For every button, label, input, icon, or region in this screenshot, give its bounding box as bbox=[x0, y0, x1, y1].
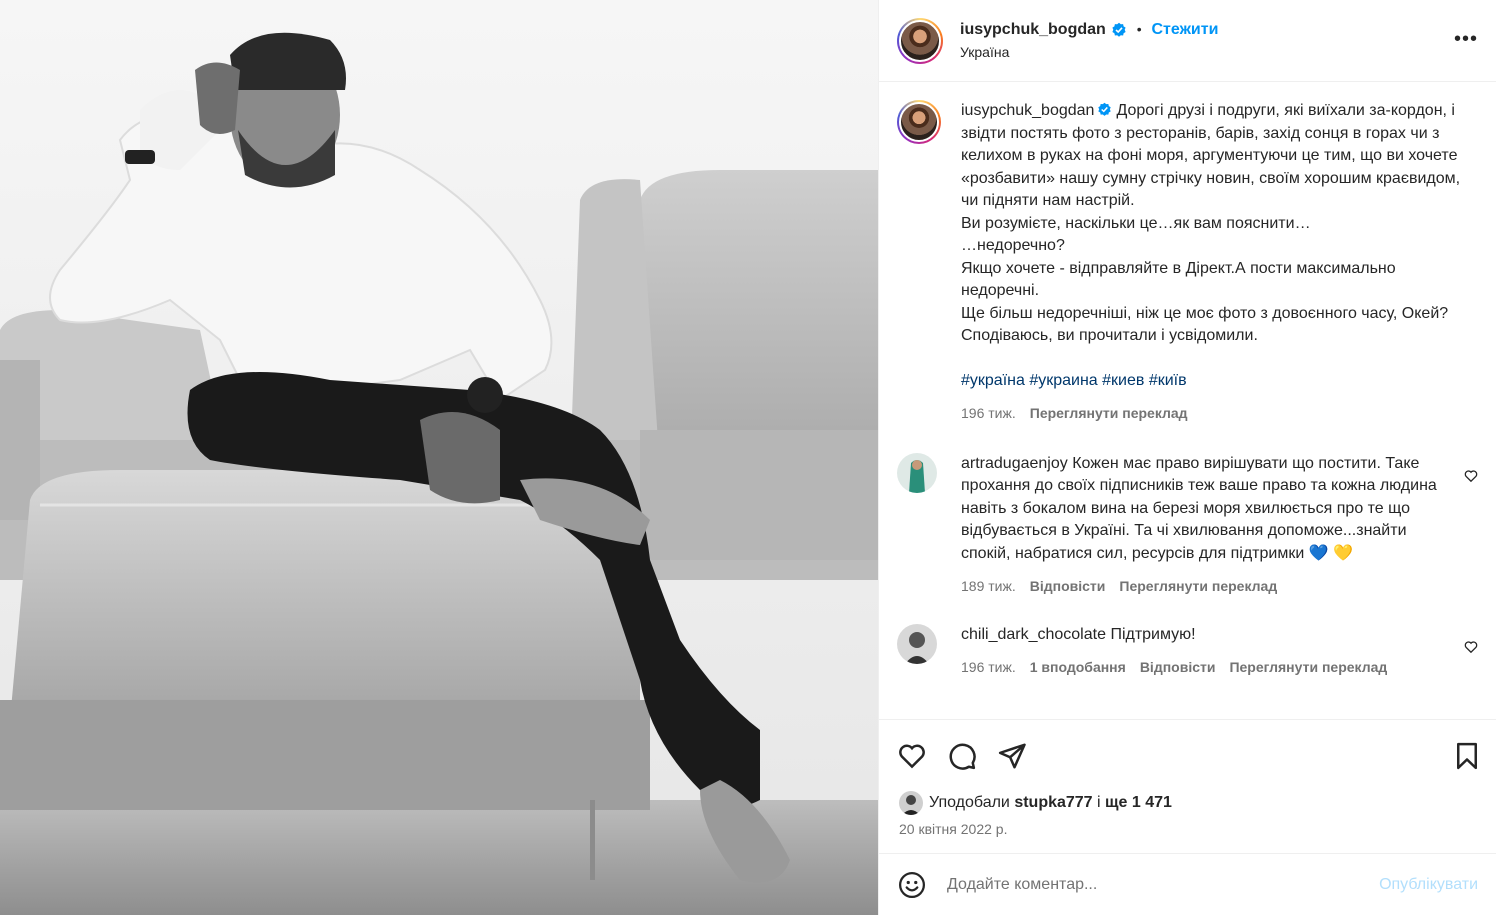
more-options-button[interactable]: ••• bbox=[1454, 28, 1478, 51]
comment: chili_dark_chocolate Підтримую! 196 тиж.… bbox=[897, 623, 1478, 679]
post-date[interactable]: 20 квітня 2022 р. bbox=[899, 821, 1476, 837]
post-side-panel: iusypchuk_bogdan • Стежити Україна ••• i… bbox=[878, 0, 1496, 915]
caption-meta: 196 тиж. Переглянути переклад bbox=[961, 402, 1461, 425]
post-dialog: iusypchuk_bogdan • Стежити Україна ••• i… bbox=[0, 0, 1496, 915]
comment-input[interactable]: Додайте коментар... bbox=[947, 876, 1379, 894]
verified-badge-icon bbox=[1098, 102, 1112, 116]
like-heart-icon[interactable] bbox=[897, 741, 927, 771]
follow-button[interactable]: Стежити bbox=[1151, 21, 1218, 38]
commenter-avatar[interactable] bbox=[897, 452, 937, 493]
likes-section: Уподобали stupka777 і ще 1 471 20 квітня… bbox=[879, 791, 1496, 853]
comments-list[interactable]: iusypchuk_bogdan Дорогі друзі і подруги, … bbox=[879, 82, 1496, 719]
caption-username[interactable]: iusypchuk_bogdan bbox=[961, 102, 1116, 119]
liker-username[interactable]: stupka777 bbox=[1014, 794, 1092, 812]
author-meta: iusypchuk_bogdan • Стежити Україна bbox=[960, 21, 1218, 60]
caption: iusypchuk_bogdan Дорогі друзі і подруги, … bbox=[897, 100, 1478, 425]
caption-translate-button[interactable]: Переглянути переклад bbox=[1030, 402, 1188, 425]
verified-badge-icon bbox=[1112, 22, 1126, 37]
comment-time[interactable]: 196 тиж. bbox=[961, 656, 1016, 679]
photo-illustration bbox=[0, 0, 878, 915]
post-actions bbox=[879, 719, 1496, 791]
reply-button[interactable]: Відповісти bbox=[1030, 575, 1106, 598]
share-paper-plane-icon[interactable] bbox=[997, 741, 1027, 771]
caption-text: Дорогі друзі і подруги, які виїхали за-к… bbox=[961, 102, 1461, 344]
commenter-username[interactable]: artradugaenjoy bbox=[961, 455, 1068, 472]
caption-hashtags[interactable]: #україна #украина #киев #київ bbox=[961, 370, 1461, 393]
emoji-icon[interactable] bbox=[897, 870, 927, 900]
comment-translate-button[interactable]: Переглянути переклад bbox=[1229, 656, 1387, 679]
liker-avatar bbox=[899, 791, 923, 815]
comment-bubble-icon[interactable] bbox=[947, 741, 977, 771]
commenter-avatar[interactable] bbox=[897, 623, 937, 664]
post-header: iusypchuk_bogdan • Стежити Україна ••• bbox=[879, 0, 1496, 82]
author-username[interactable]: iusypchuk_bogdan bbox=[960, 21, 1127, 39]
comment: artradugaenjoy Кожен має право вирішуват… bbox=[897, 452, 1478, 598]
add-comment-bar: Додайте коментар... Опублікувати bbox=[879, 853, 1496, 915]
commenter-username[interactable]: chili_dark_chocolate bbox=[961, 626, 1106, 643]
publish-button[interactable]: Опублікувати bbox=[1379, 876, 1478, 894]
comment-translate-button[interactable]: Переглянути переклад bbox=[1119, 575, 1277, 598]
caption-time[interactable]: 196 тиж. bbox=[961, 402, 1016, 425]
post-photo[interactable] bbox=[0, 0, 878, 915]
comment-meta: 189 тиж. Відповісти Переглянути переклад bbox=[961, 575, 1451, 598]
comment-time[interactable]: 189 тиж. bbox=[961, 575, 1016, 598]
author-avatar[interactable] bbox=[897, 17, 943, 64]
reply-button[interactable]: Відповісти bbox=[1140, 656, 1216, 679]
comment-like-heart-icon[interactable] bbox=[1464, 640, 1478, 654]
likes-and: і bbox=[1097, 794, 1101, 811]
comment-meta: 196 тиж. 1 вподобання Відповісти Перегля… bbox=[961, 656, 1451, 679]
caption-avatar[interactable] bbox=[897, 100, 941, 144]
likes-prefix: Уподобали bbox=[929, 794, 1010, 811]
save-bookmark-icon[interactable] bbox=[1452, 741, 1482, 771]
comment-likes-count[interactable]: 1 вподобання bbox=[1030, 656, 1126, 679]
likes-summary[interactable]: Уподобали stupka777 і ще 1 471 bbox=[899, 791, 1476, 815]
separator-dot: • bbox=[1136, 21, 1142, 37]
likes-count[interactable]: ще 1 471 bbox=[1105, 794, 1172, 812]
post-location[interactable]: Україна bbox=[960, 44, 1218, 60]
comment-like-heart-icon[interactable] bbox=[1464, 469, 1478, 483]
comment-text: Підтримую! bbox=[1110, 625, 1196, 643]
